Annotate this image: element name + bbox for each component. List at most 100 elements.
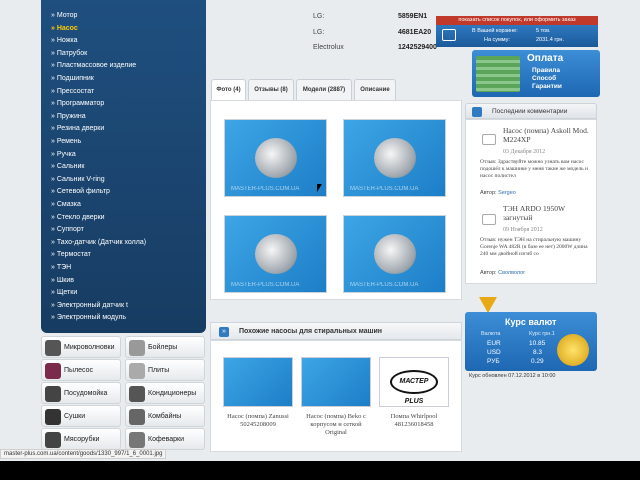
appliance-tile[interactable]: Пылесос [41, 359, 121, 381]
vacuum-icon [45, 363, 61, 379]
comment-product-link[interactable]: ТЭН ARDO 1950W загнутый [503, 204, 593, 222]
category-link[interactable]: » Резина дверки [51, 125, 104, 132]
appliance-tile-label: Кофеварки [148, 436, 185, 443]
category-link[interactable]: » Программатор [51, 100, 104, 107]
browser-status-bar: master-plus.com.ua/content/goods/1330_99… [0, 449, 167, 459]
cart-count: 5 тов. [536, 28, 551, 34]
cart-sum: 2031.4 грн. [536, 37, 564, 43]
payment-banner[interactable]: Оплата Правила Способ Гарантии [472, 50, 600, 97]
comment-text: нужен ТЭН на стиральную машину Gorenje W… [480, 237, 588, 257]
category-link[interactable]: » Электронный модуль [51, 314, 126, 321]
similar-product[interactable]: МАСТЕР PLUS Помпа Whirlpool 481236018458 [379, 357, 449, 429]
similar-product-image[interactable] [223, 357, 293, 407]
pump-image [374, 234, 416, 274]
appliance-tile-label: Кондиционеры [148, 390, 197, 397]
category-link[interactable]: » Смазка [51, 201, 81, 208]
category-link[interactable]: » Сетевой фильтр [51, 188, 110, 195]
payment-rules-link[interactable]: Правила [532, 67, 560, 74]
tab-models[interactable]: Модели (2887) [296, 79, 352, 100]
category-link[interactable]: » ТЭН [51, 264, 71, 271]
photo-watermark: MASTER-PLUS.COM.UA [231, 282, 300, 288]
category-link[interactable]: » Пластмассовое изделие [51, 62, 136, 69]
letterbox-bar [0, 461, 640, 480]
category-link[interactable]: » Суппорт [51, 226, 84, 233]
photo-gallery: MASTER-PLUS.COM.UA MASTER-PLUS.COM.UA MA… [210, 100, 462, 300]
category-link[interactable]: » Электронный датчик t [51, 302, 128, 309]
category-link[interactable]: » Прессостат [51, 88, 94, 95]
similar-products: Насос (помпа) Zanussi 50245208009 Насос … [210, 340, 462, 452]
category-link[interactable]: » Насос [51, 25, 78, 32]
payment-guarantee-link[interactable]: Гарантии [532, 83, 562, 90]
comment-text-label: Отзыв: [480, 159, 497, 165]
currency-code: РУБ [487, 358, 500, 365]
currency-code: EUR [487, 340, 501, 347]
appliance-tile-label: Мясорубки [64, 436, 100, 443]
appliance-tile[interactable]: Комбайны [125, 405, 205, 427]
pump-image [255, 138, 297, 178]
category-link[interactable]: » Термостат [51, 251, 91, 258]
stove-icon [129, 363, 145, 379]
comment-author[interactable]: Sergeo [498, 190, 516, 196]
tab-reviews[interactable]: Отзывы (8) [248, 79, 294, 100]
similar-product-image[interactable] [301, 357, 371, 407]
pump-image [374, 138, 416, 178]
product-photo[interactable]: MASTER-PLUS.COM.UA [343, 215, 446, 293]
tab-description[interactable]: Описание [354, 79, 396, 100]
product-photo[interactable]: MASTER-PLUS.COM.UA [224, 119, 327, 197]
similar-product[interactable]: Насос (помпа) Beko с корпусом и сеткой O… [301, 357, 371, 437]
food-processor-icon [129, 409, 145, 425]
appliance-tile-label: Бойлеры [148, 344, 178, 351]
comment-author[interactable]: Сволволог [498, 270, 525, 276]
cart-count-label: В Вашей корзине: [472, 28, 518, 34]
spec-brand: LG: [313, 29, 325, 36]
category-link[interactable]: » Тахо-датчик (Датчик холла) [51, 239, 146, 246]
meat-grinder-icon [45, 432, 61, 448]
category-link[interactable]: » Сальник [51, 163, 84, 170]
appliance-tile-label: Микроволновки [64, 344, 115, 351]
spec-code: 4681EA20 [398, 29, 432, 36]
currency-widget: Курс валют Валюта Курс грн.1 EUR 10.85 USD… [465, 312, 597, 371]
cart-bar[interactable]: показать список покупок, или оформить за… [436, 16, 598, 25]
comment-product-link[interactable]: Насос (помпа) Askoll Mod. M224XP [503, 126, 593, 144]
category-link[interactable]: » Сальник V-ring [51, 176, 105, 183]
comments-list: Насос (помпа) Askoll Mod. M224XP 03 Дека… [465, 119, 597, 284]
main-content: LG: 5859EN1 LG: 4681EA20 Electrolux 1242529… [210, 0, 462, 455]
appliance-tile[interactable]: Плиты [125, 359, 205, 381]
category-link[interactable]: » Подшипник [51, 75, 94, 82]
category-link[interactable]: » Пружина [51, 113, 86, 120]
product-photo[interactable]: MASTER-PLUS.COM.UA [343, 119, 446, 197]
tab-photos[interactable]: Фото (4) [211, 79, 246, 100]
coffee-maker-icon [129, 432, 145, 448]
currency-rate: 10.85 [529, 340, 546, 347]
similar-product-caption[interactable]: Насос (помпа) Beko с корпусом и сеткой O… [301, 413, 371, 437]
category-link[interactable]: » Ремень [51, 138, 81, 145]
similar-header: » Похожие насосы для стиральных машин [210, 322, 462, 340]
category-link[interactable]: » Щетки [51, 289, 77, 296]
appliance-tile[interactable]: Посудомойка [41, 382, 121, 404]
appliance-tile[interactable]: Кофеварки [125, 428, 205, 450]
category-link[interactable]: » Мотор [51, 12, 77, 19]
similar-product[interactable]: Насос (помпа) Zanussi 50245208009 [223, 357, 293, 429]
cart-summary[interactable]: В Вашей корзине: 5 тов. На сумму: 2031.4… [436, 25, 598, 47]
cart-sum-label: На сумму: [484, 37, 510, 43]
appliance-tile[interactable]: Сушки [41, 405, 121, 427]
appliance-tile[interactable]: Микроволновки [41, 336, 121, 358]
category-link[interactable]: » Ножка [51, 37, 78, 44]
dishwasher-icon [45, 386, 61, 402]
payment-method-link[interactable]: Способ [532, 75, 556, 82]
currency-rate: 8.3 [533, 349, 543, 356]
appliance-tile[interactable]: Бойлеры [125, 336, 205, 358]
similar-product-caption[interactable]: Насос (помпа) Zanussi 50245208009 [223, 413, 293, 429]
coins-icon [557, 334, 589, 366]
category-link[interactable]: » Стекло дверки [51, 214, 105, 221]
appliance-tile[interactable]: Мясорубки [41, 428, 121, 450]
master-plus-logo[interactable]: МАСТЕР PLUS [379, 357, 449, 407]
comment-author-label: Автор: [480, 270, 497, 276]
appliance-tile[interactable]: Кондиционеры [125, 382, 205, 404]
comment-date: 03 Декабря 2012 [503, 149, 546, 155]
category-link[interactable]: » Патрубок [51, 50, 87, 57]
category-link[interactable]: » Ручка [51, 151, 76, 158]
category-link[interactable]: » Шкив [51, 277, 74, 284]
product-photo[interactable]: MASTER-PLUS.COM.UA [224, 215, 327, 293]
similar-product-caption[interactable]: Помпа Whirlpool 481236018458 [379, 413, 449, 429]
